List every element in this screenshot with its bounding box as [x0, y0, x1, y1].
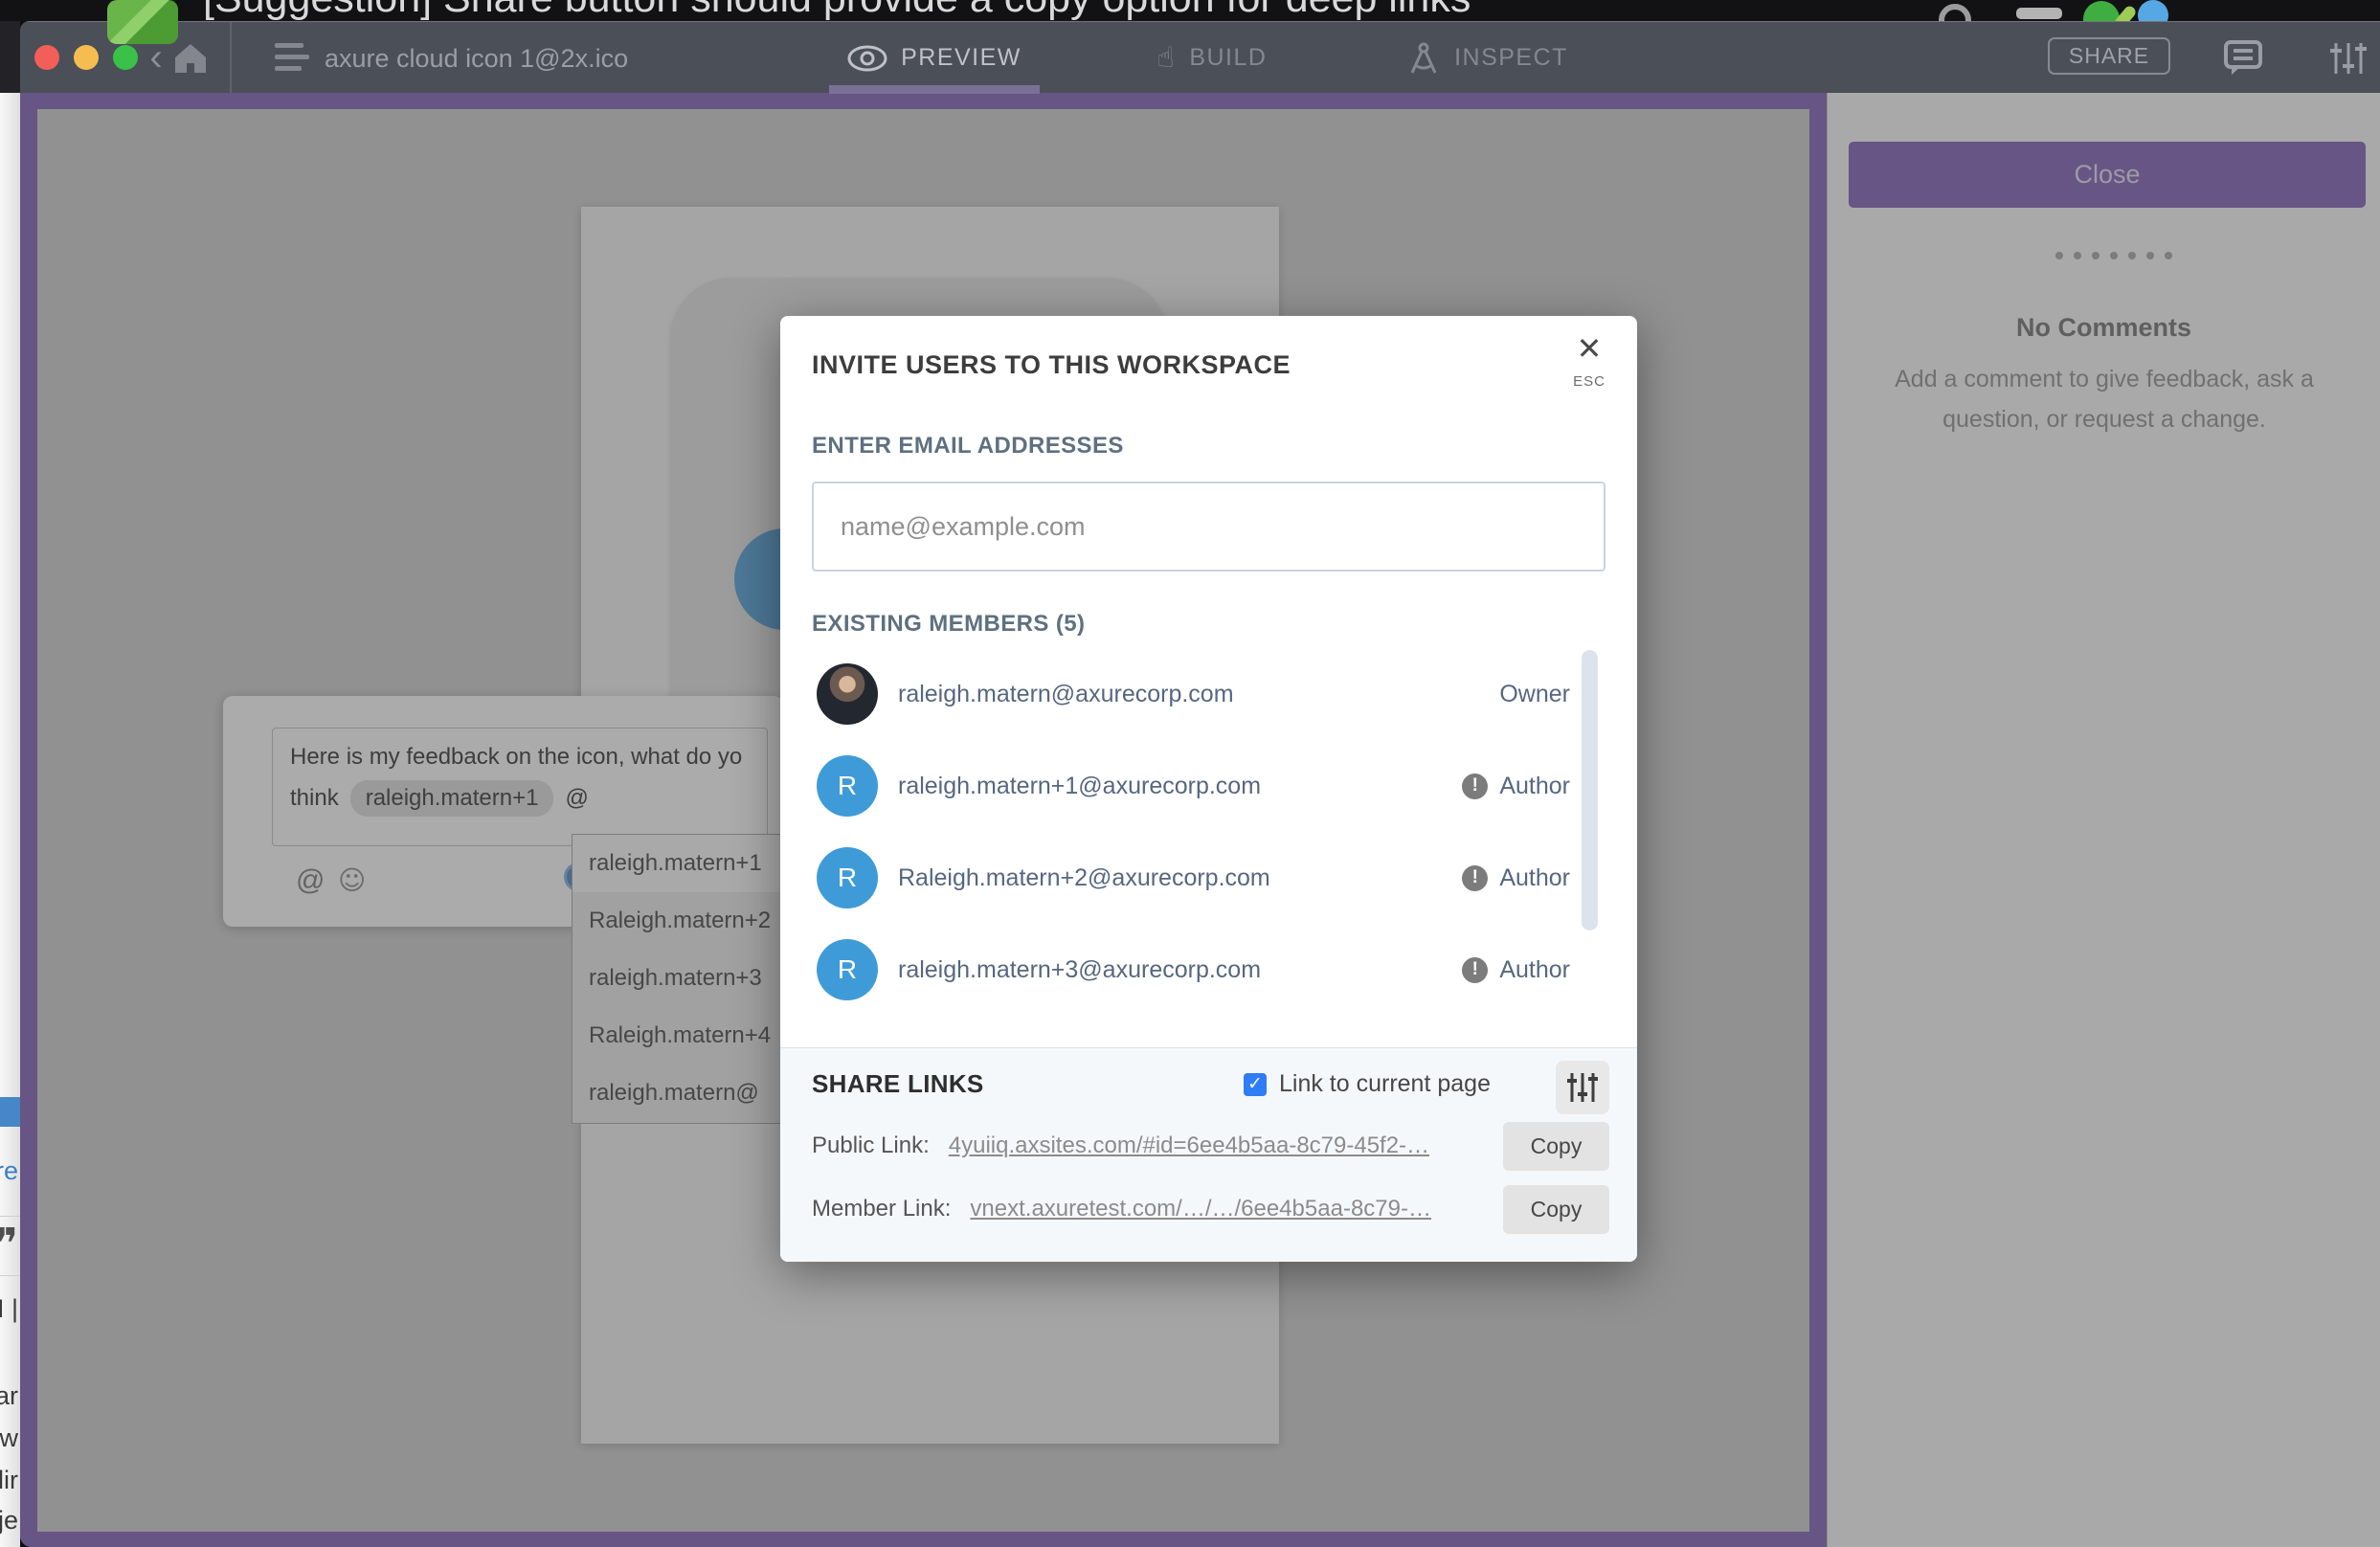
- share-links-label: SHARE LINKS: [812, 1069, 984, 1099]
- member-link-label: Member Link:: [812, 1196, 951, 1222]
- member-role-label: Author: [1499, 773, 1570, 800]
- members-scrollbar[interactable]: [1582, 650, 1598, 930]
- share-button[interactable]: SHARE: [2048, 37, 2170, 75]
- window-minimize-button[interactable]: [74, 45, 99, 70]
- member-avatar-initial: R: [817, 939, 878, 1000]
- copy-public-link-button[interactable]: Copy: [1503, 1122, 1609, 1171]
- member-row[interactable]: raleigh.matern@axurecorp.comOwner: [780, 648, 1637, 740]
- member-email: raleigh.matern@axurecorp.com: [898, 681, 1499, 708]
- public-link-label: Public Link:: [812, 1132, 930, 1158]
- browser-extension-icon: [1939, 4, 1971, 21]
- settings-sliders-icon[interactable]: [2329, 41, 2368, 76]
- browser-extension-icon: [2083, 1, 2120, 21]
- email-addresses-label: ENTER EMAIL ADDRESSES: [812, 433, 1124, 460]
- tab-label: BUILD: [1189, 44, 1267, 72]
- background-blue-button-edge: [0, 1097, 20, 1127]
- project-filename: axure cloud icon 1@2x.ico: [325, 44, 628, 74]
- comments-icon[interactable]: [2224, 40, 2262, 77]
- member-email: raleigh.matern+3@axurecorp.com: [898, 956, 1462, 984]
- tab-label: PREVIEW: [901, 44, 1022, 72]
- page-favicon-icon: [107, 0, 178, 44]
- preview-icon: [847, 45, 887, 72]
- divider: [0, 1275, 20, 1276]
- active-tab-indicator: [829, 85, 1040, 94]
- public-link-url[interactable]: 4yuiiq.axsites.com/#id=6ee4b5aa-8c79-45f…: [949, 1132, 1429, 1158]
- divider: [0, 1216, 20, 1217]
- background-browser-strip: [Suggestion] Share button should provide…: [0, 0, 2380, 21]
- background-text-fragment: lir: [0, 1466, 18, 1495]
- member-role-label: Author: [1499, 956, 1570, 984]
- browser-extension-icon: [2138, 0, 2168, 21]
- members-list: raleigh.matern@axurecorp.comOwnerRraleig…: [780, 648, 1637, 1016]
- toolbar: ‹ axure cloud icon 1@2x.ico PREVIEW☝BUIL…: [20, 21, 2380, 93]
- background-text-fragment: oje: [0, 1506, 18, 1536]
- esc-hint: ESC: [1568, 373, 1610, 390]
- pending-alert-icon: !: [1462, 774, 1488, 799]
- background-page-left-edge: re ❞ I | ar w lir oje: [0, 21, 20, 1547]
- background-text-fragment: w: [0, 1424, 18, 1453]
- link-to-current-page-checkbox[interactable]: ✓: [1244, 1073, 1267, 1096]
- close-icon[interactable]: ✕: [1568, 329, 1610, 368]
- build-icon: ☝: [1157, 41, 1177, 75]
- window-close-button[interactable]: [34, 45, 59, 70]
- tab-inspect[interactable]: INSPECT: [1389, 22, 1585, 94]
- link-options-button[interactable]: [1556, 1061, 1609, 1114]
- member-email: Raleigh.matern+2@axurecorp.com: [898, 864, 1462, 892]
- member-avatar-initial: R: [817, 755, 878, 817]
- copy-member-link-button[interactable]: Copy: [1503, 1185, 1609, 1234]
- member-avatar-initial: R: [817, 847, 878, 908]
- axure-cloud-window: ‹ axure cloud icon 1@2x.ico PREVIEW☝BUIL…: [20, 21, 2380, 1547]
- public-link-row: Public Link: 4yuiiq.axsites.com/#id=6ee4…: [812, 1132, 1429, 1159]
- share-links-section: SHARE LINKS ✓ Link to current page: [780, 1047, 1637, 1262]
- home-icon[interactable]: [173, 43, 208, 74]
- pending-alert-icon: !: [1462, 957, 1488, 983]
- content-area: Here is my feedback on the icon, what do…: [20, 93, 2380, 1547]
- window-zoom-button[interactable]: [113, 45, 138, 70]
- member-row[interactable]: R Raleigh.matern+2@axurecorp.com! Author: [780, 832, 1637, 924]
- member-role[interactable]: ! Author: [1462, 864, 1570, 892]
- background-page-title: [Suggestion] Share button should provide…: [203, 0, 1471, 21]
- member-role[interactable]: ! Author: [1462, 956, 1570, 984]
- background-text-fragment: re: [0, 1156, 18, 1186]
- inspect-icon: [1406, 42, 1441, 75]
- email-input[interactable]: [812, 482, 1605, 572]
- pending-alert-icon: !: [1462, 865, 1488, 891]
- background-dark-header: [0, 21, 20, 93]
- browser-extension-icon: [2016, 8, 2062, 19]
- member-row[interactable]: Rraleigh.matern+1@axurecorp.com! Author: [780, 740, 1637, 832]
- member-email: raleigh.matern+1@axurecorp.com: [898, 773, 1462, 800]
- member-role[interactable]: ! Author: [1462, 773, 1570, 800]
- member-link-url[interactable]: vnext.axuretest.com/…/…/6ee4b5aa-8c79-…: [970, 1196, 1431, 1222]
- screen: [Suggestion] Share button should provide…: [0, 0, 2380, 1547]
- member-role-label: Author: [1499, 864, 1570, 892]
- quote-icon: ❞: [0, 1220, 18, 1268]
- member-role[interactable]: Owner: [1499, 681, 1570, 708]
- invite-users-modal: INVITE USERS TO THIS WORKSPACE ✕ ESC ENT…: [780, 316, 1637, 1262]
- tab-preview[interactable]: PREVIEW: [829, 22, 1040, 94]
- link-to-current-page-label: Link to current page: [1279, 1070, 1491, 1098]
- modal-title: INVITE USERS TO THIS WORKSPACE: [812, 350, 1291, 380]
- member-row[interactable]: Rraleigh.matern+3@axurecorp.com! Author: [780, 924, 1637, 1016]
- tab-label: INSPECT: [1454, 44, 1568, 72]
- member-avatar-photo: [817, 663, 878, 725]
- existing-members-label: EXISTING MEMBERS (5): [812, 611, 1085, 638]
- tab-build[interactable]: ☝ BUILD: [1140, 22, 1284, 94]
- background-text-fragment: I |: [0, 1294, 18, 1324]
- member-role-label: Owner: [1499, 681, 1570, 708]
- toolbar-divider: [230, 22, 232, 94]
- pages-menu-icon[interactable]: [275, 43, 309, 72]
- member-link-row: Member Link: vnext.axuretest.com/…/…/6ee…: [812, 1196, 1431, 1222]
- background-text-fragment: ar: [0, 1381, 18, 1411]
